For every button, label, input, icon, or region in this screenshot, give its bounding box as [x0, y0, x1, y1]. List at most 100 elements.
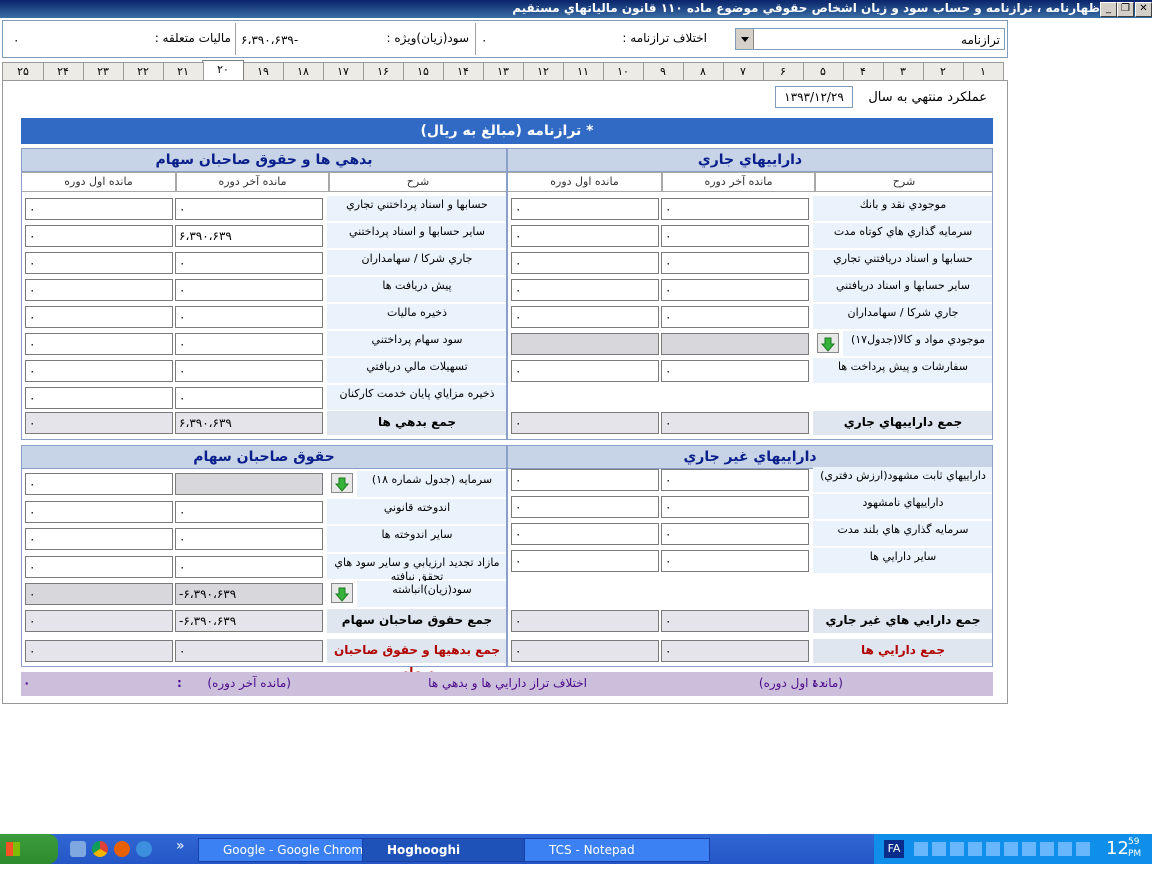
tab-25[interactable]: ۲۵	[2, 62, 44, 81]
liabilities-start-input[interactable]: ۰	[25, 360, 173, 382]
tab-11[interactable]: ۱۱	[562, 62, 604, 81]
current_assets-start-input[interactable]: ۰	[511, 225, 659, 247]
chevron-down-icon[interactable]	[736, 29, 754, 49]
current_assets-end-input[interactable]: ۰	[661, 306, 809, 328]
tab-2[interactable]: ۲	[922, 62, 964, 81]
chrome-icon[interactable]	[92, 841, 108, 857]
tab-24[interactable]: ۲۴	[42, 62, 84, 81]
equity-start-input[interactable]: ۰	[25, 473, 173, 495]
liabilities-end-input[interactable]: ۰	[175, 198, 323, 220]
liabilities-start-input[interactable]: ۰	[25, 279, 173, 301]
internet-explorer-icon[interactable]	[136, 841, 152, 857]
equity-end-input[interactable]: ۰	[175, 555, 323, 578]
tab-20[interactable]: ۲۰	[202, 60, 244, 82]
show-desktop-icon[interactable]	[70, 841, 86, 857]
liabilities-end-input[interactable]: ۰	[175, 306, 323, 328]
tray-icons[interactable]	[914, 842, 1094, 856]
noncurrent_assets-start-input[interactable]: ۰	[511, 496, 659, 518]
tab-17[interactable]: ۱۷	[322, 62, 364, 81]
tab-4[interactable]: ۴	[842, 62, 884, 81]
current_assets-end-input[interactable]: ۰	[661, 225, 809, 247]
liabilities-end-input[interactable]: ۰	[175, 387, 323, 409]
fiscal-year-date-input[interactable]: ۱۳۹۳/۱۲/۲۹	[775, 86, 853, 108]
tab-8[interactable]: ۸	[682, 62, 724, 81]
current_assets-start-input[interactable]: ۰	[511, 279, 659, 301]
liabilities-start-input[interactable]: ۰	[25, 225, 173, 247]
tab-7[interactable]: ۷	[722, 62, 764, 81]
diff-end-label: (مانده آخر دوره)	[207, 676, 291, 690]
tab-14[interactable]: ۱۴	[442, 62, 484, 81]
equity-start-input[interactable]: ۰	[25, 500, 173, 523]
tab-19[interactable]: ۱۹	[242, 62, 284, 81]
tab-10[interactable]: ۱۰	[602, 62, 644, 81]
tab-13[interactable]: ۱۳	[482, 62, 524, 81]
tab-9[interactable]: ۹	[642, 62, 684, 81]
tab-1[interactable]: ۱	[962, 62, 1004, 81]
assets-grand-total-label: جمع دارايي ها	[813, 639, 993, 663]
equity-end-input[interactable]	[175, 473, 323, 495]
liabilities-start-input[interactable]: ۰	[25, 333, 173, 355]
current_assets-start-input[interactable]: ۰	[511, 306, 659, 328]
diff-end-colon: :	[177, 676, 182, 690]
green-down-arrow-icon[interactable]	[817, 333, 839, 353]
current-assets-total-end: ۰	[661, 412, 809, 434]
current_assets-end-input[interactable]: ۰	[661, 360, 809, 382]
tab-5[interactable]: ۵	[802, 62, 844, 81]
current_assets-start-input[interactable]	[511, 333, 659, 355]
noncurrent_assets-start-input[interactable]: ۰	[511, 550, 659, 572]
restore-button[interactable]: ❐	[1117, 2, 1134, 17]
current_assets-end-input[interactable]: ۰	[661, 198, 809, 220]
current_assets-start-input[interactable]: ۰	[511, 198, 659, 220]
tab-12[interactable]: ۱۲	[522, 62, 564, 81]
noncurrent_assets-start-input[interactable]: ۰	[511, 523, 659, 545]
close-button[interactable]: ✕	[1135, 2, 1152, 17]
liabilities-start-input[interactable]: ۰	[25, 387, 173, 409]
task-hoghooghi[interactable]: Hoghooghi	[362, 838, 546, 862]
noncurrent_assets-end-input[interactable]: ۰	[661, 496, 809, 518]
noncurrent_assets-start-input[interactable]: ۰	[511, 469, 659, 491]
current_assets-start-input[interactable]: ۰	[511, 360, 659, 382]
green-down-arrow-icon[interactable]	[331, 583, 353, 603]
tab-16[interactable]: ۱۶	[362, 62, 404, 81]
tab-18[interactable]: ۱۸	[282, 62, 324, 81]
equity-start-input[interactable]: ۰	[25, 583, 173, 605]
current_assets-start-input[interactable]: ۰	[511, 252, 659, 274]
tab-3[interactable]: ۳	[882, 62, 924, 81]
liabilities-start-input[interactable]: ۰	[25, 198, 173, 220]
liabilities-start-input[interactable]: ۰	[25, 306, 173, 328]
tab-22[interactable]: ۲۲	[122, 62, 164, 81]
task-notepad[interactable]: TCS - Notepad	[524, 838, 710, 862]
current_assets-end-input[interactable]	[661, 333, 809, 355]
firefox-icon[interactable]	[114, 841, 130, 857]
equity-start-input[interactable]: ۰	[25, 528, 173, 550]
tab-21[interactable]: ۲۱	[162, 62, 204, 81]
tab-15[interactable]: ۱۵	[402, 62, 444, 81]
liabilities-end-input[interactable]: ۰	[175, 333, 323, 355]
liabilities-end-input[interactable]: ۶،۳۹۰،۶۳۹	[175, 225, 323, 247]
liabilities-start-input[interactable]: ۰	[25, 252, 173, 274]
current_assets-end-input[interactable]: ۰	[661, 279, 809, 301]
diff-start-label: (مانده اول دوره)	[758, 676, 843, 690]
chevron-right-icon[interactable]: »	[176, 838, 185, 854]
equity-start-input[interactable]: ۰	[25, 555, 173, 578]
tax-value: ۰	[13, 33, 20, 47]
current_assets-end-input[interactable]: ۰	[661, 252, 809, 274]
equity-end-input[interactable]: -۶،۳۹۰،۶۳۹	[175, 583, 323, 605]
equity-end-input[interactable]: ۰	[175, 500, 323, 523]
minimize-button[interactable]: _	[1100, 2, 1117, 17]
language-indicator[interactable]: FA	[884, 840, 904, 858]
noncurrent_assets-end-input[interactable]: ۰	[661, 550, 809, 572]
equity-end-input[interactable]: ۰	[175, 528, 323, 550]
liabilities-equity-grand-total-start: ۰	[25, 640, 173, 662]
liabilities-end-input[interactable]: ۰	[175, 252, 323, 274]
form-select[interactable]: ترازنامه	[735, 28, 1005, 50]
liabilities-end-input[interactable]: ۰	[175, 279, 323, 301]
tab-6[interactable]: ۶	[762, 62, 804, 81]
noncurrent_assets-end-input[interactable]: ۰	[661, 523, 809, 545]
liabilities-end-input[interactable]: ۰	[175, 360, 323, 382]
start-button[interactable]: Start	[0, 834, 58, 886]
task-chrome[interactable]: Google - Google Chrome	[198, 838, 384, 862]
green-down-arrow-icon[interactable]	[331, 473, 353, 493]
tab-23[interactable]: ۲۳	[82, 62, 124, 81]
noncurrent_assets-end-input[interactable]: ۰	[661, 469, 809, 491]
